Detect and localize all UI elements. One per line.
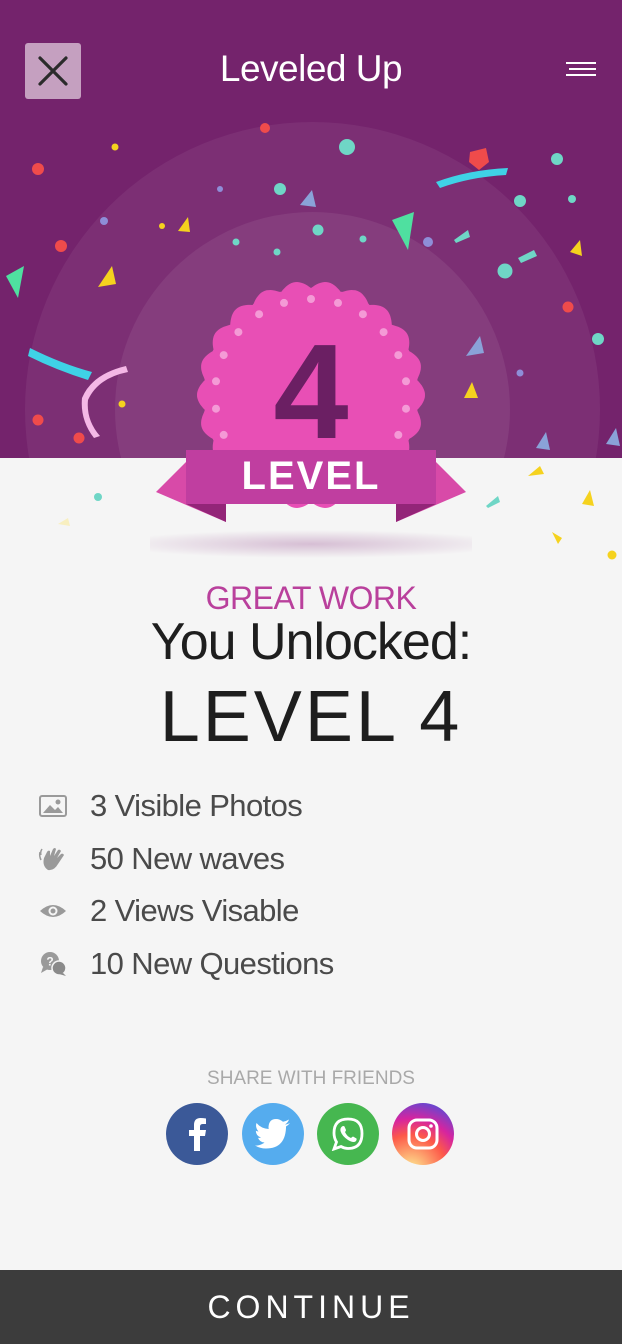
seal-dot [219,430,228,439]
seal-dot [394,430,403,439]
share-facebook-button[interactable] [166,1103,228,1165]
wave-hand-icon [38,847,64,870]
twitter-icon [255,1119,290,1149]
feature-item-waves: 50 New waves [38,833,334,886]
page-title: Leveled Up [219,48,403,89]
seal-dot [379,328,388,337]
facebook-icon [189,1118,206,1151]
hamburger-menu-icon[interactable] [566,60,596,78]
svg-text:?: ? [46,954,53,968]
feature-item-photos: 3 Visible Photos [38,780,334,833]
share-twitter-button[interactable] [242,1103,304,1165]
seal-dot [307,295,315,303]
seal-dot [358,310,367,319]
eye-icon [40,905,66,918]
seal-dot [255,310,264,319]
share-whatsapp-button[interactable] [317,1103,379,1165]
whatsapp-icon [331,1117,364,1151]
level-badge: 4 LEVEL [150,282,472,558]
headline-text: You Unlocked: [150,613,472,671]
share-label: SHARE WITH FRIENDS [207,1068,415,1089]
feature-item-views: 2 Views Visable [38,885,334,938]
seal-dot [280,298,288,307]
seal-dot [334,298,342,307]
feature-text: 50 New waves [90,840,285,876]
feature-text: 10 New Questions [90,945,334,981]
ribbon-label: LEVEL [242,454,381,498]
seal-dot [219,351,228,360]
question-chat-icon: ? [41,951,67,976]
share-instagram-button[interactable] [392,1103,454,1165]
seal-dot [212,377,220,386]
badge-number: 4 [273,316,348,467]
seal-dot [402,404,410,413]
seal-dot [402,377,410,386]
seal-dot [394,351,403,360]
unlocked-level-text: LEVEL 4 [159,677,463,757]
continue-button[interactable]: CONTINUE [0,1270,622,1344]
feature-item-questions: ? 10 New Questions [38,938,334,991]
photo-icon [39,795,67,818]
feature-text: 2 Views Visable [90,893,299,929]
instagram-icon [407,1118,439,1150]
seal-dot [234,328,243,337]
feature-list: 3 Visible Photos 50 New waves 2 Views Vi… [38,780,334,990]
seal-dot [212,404,220,413]
feature-text: 3 Visible Photos [90,788,303,824]
